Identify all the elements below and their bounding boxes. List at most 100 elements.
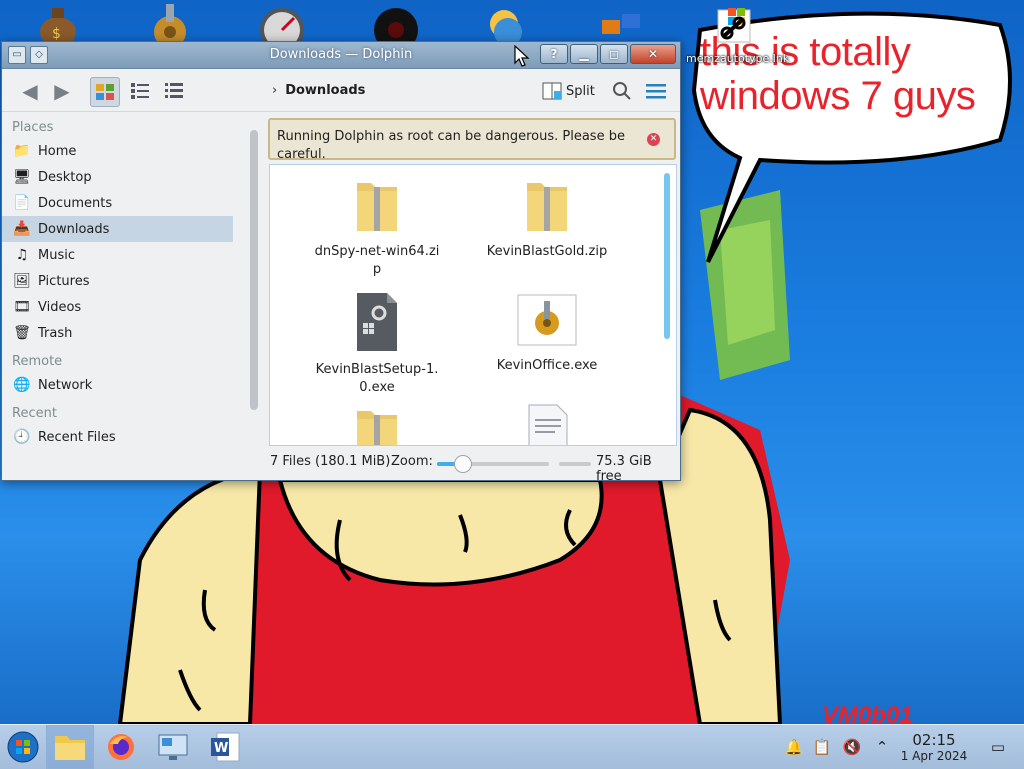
sidebar-item-music[interactable]: ♫ Music (2, 242, 233, 268)
clock[interactable]: 02:15 1 Apr 2024 (896, 731, 972, 763)
sidebar-item-documents[interactable]: 📄 Documents (2, 190, 233, 216)
desktop-icon: 🖥 (13, 169, 31, 185)
sidebar-item-label: Pictures (38, 273, 90, 289)
sidebar-item-trash[interactable]: 🗑 Trash (2, 320, 233, 346)
split-label: Split (566, 83, 595, 99)
file-name: KevinBlastGold.zip (486, 244, 608, 259)
sidebar-item-label: Videos (38, 299, 82, 315)
monitor-icon (158, 734, 188, 760)
hamburger-menu-icon[interactable] (642, 77, 670, 105)
document-file-icon (528, 404, 568, 445)
file-item[interactable]: dnSpy-net-win64.zip (312, 173, 442, 279)
zoom-slider[interactable] (437, 455, 549, 473)
free-space: 75.3 GiB free (596, 454, 652, 484)
taskbar-firefox[interactable] (98, 725, 144, 769)
zip-file-icon (527, 183, 567, 231)
taskbar-file-manager[interactable] (46, 725, 94, 769)
home-folder-icon: 📁 (13, 143, 31, 159)
breadcrumb[interactable]: › Downloads (272, 83, 365, 98)
sidebar-item-downloads[interactable]: 📥 Downloads (2, 216, 233, 242)
file-item[interactable] (312, 401, 442, 445)
file-name: KevinBlastSetup-1.0.exe (315, 362, 439, 395)
file-item[interactable] (482, 401, 612, 445)
file-item[interactable]: KevinBlastSetup-1.0.exe (312, 291, 442, 397)
file-name: KevinOffice.exe (496, 358, 598, 373)
sidebar-item-pictures[interactable]: 🖼 Pictures (2, 268, 233, 294)
recent-files-icon: 🕘 (13, 429, 31, 445)
word-icon: W (211, 732, 240, 762)
start-button[interactable] (0, 725, 46, 769)
taskbar-remote-desktop[interactable] (150, 725, 196, 769)
zip-file-icon (357, 411, 397, 445)
taskbar-word[interactable]: W (202, 725, 248, 769)
pictures-folder-icon: 🖼 (13, 273, 31, 289)
sidebar-item-home[interactable]: 📁 Home (2, 138, 233, 164)
details-view-icon[interactable] (160, 77, 188, 105)
file-count: 7 Files (180.1 MiB) (270, 454, 391, 469)
free-space-bar (559, 462, 591, 466)
taskbar: W 🔔 📋 🔇 ⌃ 02:15 1 Apr 2024 ▭ (0, 724, 1024, 769)
root-warning-banner: Running Dolphin as root can be dangerous… (268, 118, 676, 160)
sidebar-scrollbar[interactable] (250, 130, 258, 410)
file-name: dnSpy-net-win64.zip (314, 244, 440, 277)
sidebar-item-label: Trash (38, 325, 73, 341)
documents-folder-icon: 📄 (13, 195, 31, 211)
status-bar: 7 Files (180.1 MiB) Zoom: 75.3 GiB free (269, 452, 679, 484)
downloads-folder-icon: 📥 (13, 221, 31, 237)
file-item[interactable]: KevinBlastGold.zip (482, 173, 612, 261)
chevron-up-icon[interactable]: ⌃ (872, 737, 892, 757)
banner-text: Running Dolphin as root can be dangerous… (277, 129, 625, 160)
videos-folder-icon: 🎞 (13, 299, 31, 315)
maximize-button[interactable]: ◻ (600, 44, 628, 64)
firefox-icon (108, 734, 134, 760)
close-icon[interactable]: ✕ (647, 133, 660, 146)
volume-muted-icon[interactable]: 🔇 (842, 737, 862, 757)
breadcrumb-current[interactable]: Downloads (285, 83, 365, 98)
network-folder-icon: 🌐 (13, 377, 31, 393)
section-remote: Remote (12, 354, 63, 369)
show-desktop-icon[interactable]: ▭ (988, 737, 1008, 757)
sidebar-item-recent-files[interactable]: 🕘 Recent Files (2, 424, 233, 450)
svg-text:W: W (214, 741, 228, 756)
close-button[interactable]: ✕ (630, 44, 676, 64)
zoom-label: Zoom: (391, 454, 433, 469)
file-view-scrollbar[interactable] (664, 173, 670, 339)
icons-view-icon[interactable] (90, 77, 120, 107)
folder-icon (55, 736, 85, 760)
mouse-cursor-icon (514, 45, 530, 67)
sidebar-item-network[interactable]: 🌐 Network (2, 372, 233, 398)
split-view-icon (542, 82, 562, 100)
sidebar-item-label: Documents (38, 195, 113, 211)
music-folder-icon: ♫ (15, 247, 29, 263)
compact-view-icon[interactable] (126, 77, 154, 105)
chevron-right-icon: › (272, 83, 278, 98)
file-item[interactable]: KevinOffice.exe (482, 291, 612, 375)
sidebar-item-desktop[interactable]: 🖥 Desktop (2, 164, 233, 190)
desktop-shortcut[interactable]: memzautotype.lnk (686, 6, 790, 66)
window-titlebar[interactable]: ▭ ◇ Downloads — Dolphin ? ▁ ◻ ✕ (2, 42, 680, 69)
shortcut-label: memzautotype.lnk (686, 52, 790, 65)
search-icon[interactable] (608, 77, 636, 105)
split-button[interactable]: Split (542, 81, 595, 101)
forward-arrow-icon[interactable]: ▶ (48, 77, 76, 105)
sidebar-item-label: Recent Files (38, 429, 116, 445)
clock-date: 1 Apr 2024 (900, 749, 968, 763)
minimize-button[interactable]: ▁ (570, 44, 598, 64)
places-panel: Places 📁 Home 🖥 Desktop 📄 Documents 📥 Downlo… (2, 112, 260, 479)
notifications-bell-icon[interactable]: 🔔 (784, 737, 804, 757)
sidebar-item-videos[interactable]: 🎞 Videos (2, 294, 233, 320)
trash-icon: 🗑 (13, 325, 31, 341)
sidebar-item-label: Music (38, 247, 75, 263)
clipboard-icon[interactable]: 📋 (812, 737, 832, 757)
zoom-slider-handle[interactable] (453, 455, 472, 473)
executable-file-icon (357, 293, 397, 351)
help-button[interactable]: ? (540, 44, 568, 64)
zip-file-icon (357, 183, 397, 231)
sidebar-item-label: Downloads (38, 221, 110, 237)
file-view: dnSpy-net-win64.zip KevinBlastGold.zip K… (269, 164, 677, 446)
back-arrow-icon[interactable]: ◀ (16, 77, 44, 105)
svg-text:$: $ (52, 26, 61, 42)
clock-time: 02:15 (912, 731, 956, 749)
office-app-icon (517, 294, 577, 346)
dolphin-window: ▭ ◇ Downloads — Dolphin ? ▁ ◻ ✕ ◀ ▶ › Dow… (1, 41, 681, 484)
